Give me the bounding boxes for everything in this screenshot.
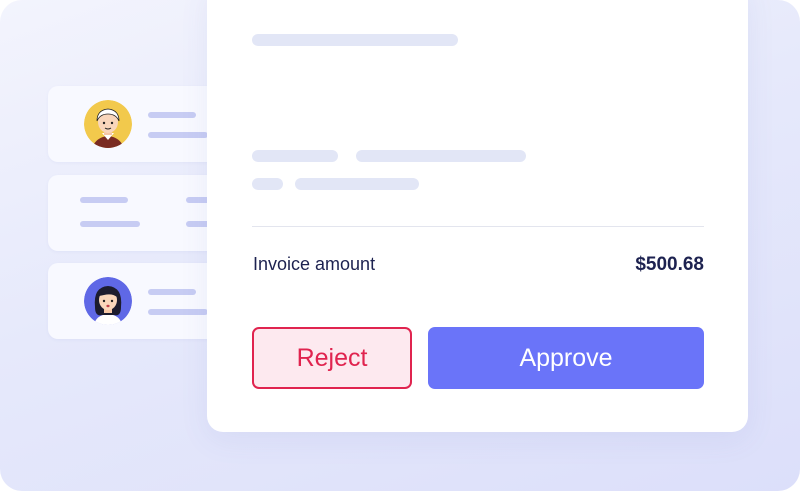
placeholder-line [148,112,196,118]
invoice-amount-value: $500.68 [635,254,704,275]
placeholder-line [148,289,196,295]
placeholder-line [80,197,128,203]
reject-button[interactable]: Reject [252,327,412,389]
placeholder-line [252,34,458,46]
user-avatar-woman-icon [84,277,132,325]
placeholder-line [80,221,140,227]
placeholder-line [356,150,526,162]
user-avatar-man-icon [84,100,132,148]
placeholder-line [148,132,208,138]
placeholder-line [295,178,419,190]
background-frame: Invoice amount $500.68 Reject Approve [0,0,800,491]
divider [252,226,704,227]
placeholder-line [252,150,338,162]
invoice-amount-label: Invoice amount [253,254,376,274]
placeholder-line [148,309,208,315]
invoice-card: Invoice amount $500.68 Reject Approve [207,0,748,432]
placeholder-line [252,178,283,190]
approve-button[interactable]: Approve [428,327,704,389]
